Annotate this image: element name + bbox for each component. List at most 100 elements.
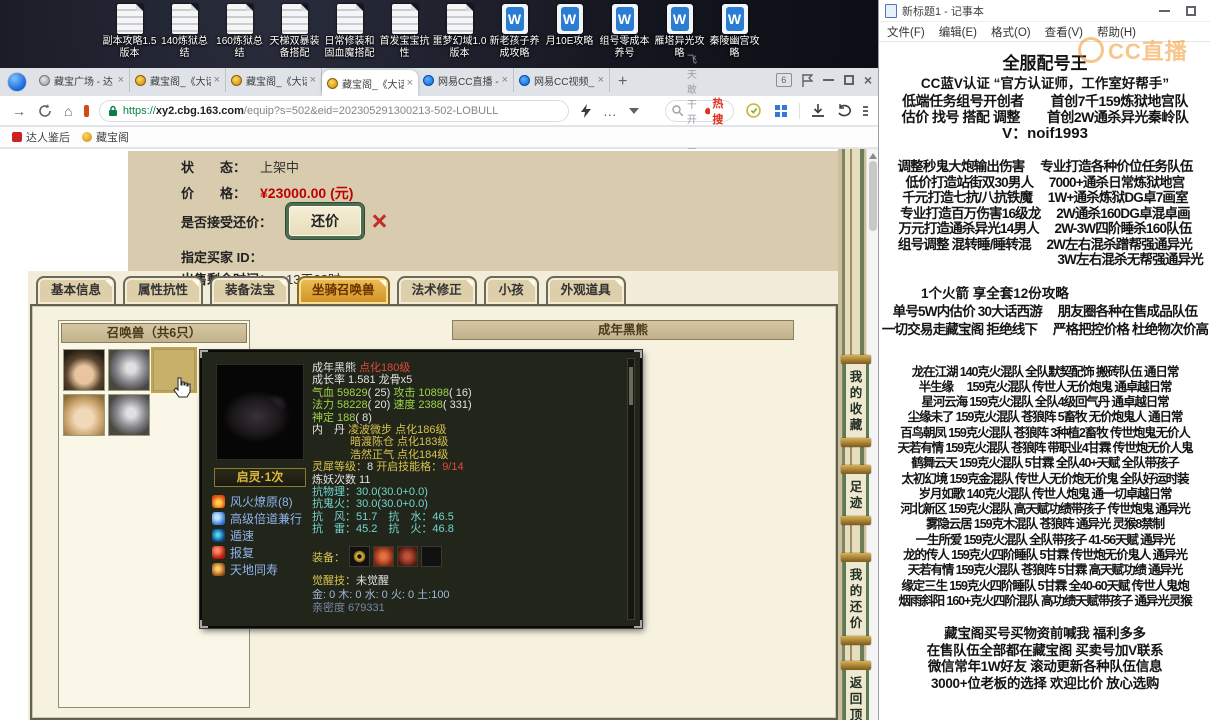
browser-tab[interactable]: 藏宝阁_《大话 × — [226, 68, 322, 92]
bookmark-item[interactable]: 藏宝阁 — [82, 129, 129, 145]
tooltip-corner — [634, 350, 642, 358]
tab-close-icon[interactable]: × — [404, 77, 413, 89]
file-icon — [446, 4, 473, 34]
extension-badge[interactable]: 6 — [775, 73, 792, 87]
desktop-icon[interactable]: 首发宝宝抗性 — [377, 4, 432, 60]
notepad-menu-item[interactable]: 查看(V) — [1045, 24, 1083, 40]
pet-portrait[interactable] — [108, 394, 150, 436]
notepad-menu-item[interactable]: 文件(F) — [887, 24, 925, 40]
browser-tab[interactable]: 网易CC直播 - × — [418, 68, 514, 92]
browser-logo-icon[interactable] — [8, 73, 26, 91]
search-bar[interactable]: 飞天敢干开新局端+ 热搜 — [664, 55, 734, 171]
notepad-menu-item[interactable]: 帮助(H) — [1097, 24, 1136, 40]
notepad-maximize-button[interactable] — [1186, 5, 1196, 16]
menu-icon[interactable] — [862, 105, 868, 116]
page-tab[interactable]: 小孩 — [483, 276, 539, 304]
desktop-icon[interactable]: 噩梦幻域1.0版本 — [432, 4, 487, 60]
desktop-icon[interactable]: 日常修装和固血魔搭配 — [322, 4, 377, 60]
sidebar-mybids-button[interactable]: 我的还价 — [841, 553, 871, 645]
scroll-up-arrow[interactable] — [868, 153, 877, 159]
qiling-badge: 启灵·1次 — [214, 468, 306, 487]
price-label: 价 格： — [181, 186, 247, 201]
page-tab[interactable]: 法术修正 — [396, 276, 477, 304]
page-tab[interactable]: 坐骑召唤兽 — [297, 276, 390, 304]
bookmark-item[interactable]: 达人鉴后 — [12, 129, 70, 145]
maximize-button[interactable] — [843, 75, 854, 85]
notepad-menu-item[interactable]: 格式(O) — [991, 24, 1031, 40]
file-icon — [171, 4, 198, 34]
desktop-icon[interactable]: 月10E攻略 — [542, 4, 597, 60]
summon-list-title: 召唤兽（共6只） — [61, 323, 247, 343]
more-dots-icon[interactable]: … — [603, 103, 617, 119]
browser-tab[interactable]: 藏宝阁_《大话 × — [130, 68, 226, 92]
pet-portrait[interactable] — [63, 394, 105, 436]
dropdown-chevron-icon[interactable] — [628, 107, 639, 114]
sidebar-footprints-button[interactable]: 足迹 — [841, 465, 871, 525]
growth-line: 成长率 1.581 龙骨x5 — [312, 374, 413, 387]
tab-close-icon[interactable]: × — [595, 74, 604, 86]
page-tab[interactable]: 装备法宝 — [210, 276, 291, 304]
favorites-icon[interactable] — [84, 104, 89, 117]
scroll-thumb[interactable] — [868, 161, 877, 231]
desktop-icon[interactable]: 副本攻略1.5版本 — [102, 4, 157, 60]
download-icon[interactable] — [811, 103, 825, 118]
skill-icon — [212, 546, 225, 559]
tab-title: 藏宝阁_《大话 — [150, 76, 211, 88]
pet-skills: 风火燎原(8) 高级倍道兼行 遁速 报复 天地同寿 — [212, 493, 302, 578]
forward-icon[interactable]: → — [12, 103, 26, 119]
skill-icon — [212, 512, 225, 525]
desktop-icon[interactable]: 140炼狱总结 — [157, 4, 212, 60]
notepad-text-area[interactable]: 全服配号王 CC蓝V认证 “官方认证师，工作室好帮手” 低端任务组号开创者 首创7千… — [879, 44, 1210, 720]
refresh-icon[interactable] — [38, 103, 52, 118]
minimize-button[interactable] — [822, 79, 834, 81]
tab-favicon — [39, 74, 50, 86]
browser-tab[interactable]: 藏宝广场 - 达 × — [34, 68, 130, 92]
restore-circle-icon[interactable] — [745, 103, 761, 118]
flag-icon[interactable] — [802, 73, 813, 87]
tab-close-icon[interactable]: × — [307, 74, 316, 86]
pet-skill: 风火燎原(8) — [212, 493, 302, 510]
hot-search-button[interactable]: 热搜 — [704, 95, 727, 127]
page-tab[interactable]: 基本信息 — [36, 276, 117, 304]
tab-close-icon[interactable]: × — [115, 74, 124, 86]
pet-tooltip: 启灵·1次 风火燎原(8) 高级倍道兼行 遁速 报复 天地同寿 成年黑熊 点化1… — [200, 350, 642, 628]
apps-grid-icon[interactable] — [774, 104, 787, 117]
undo-icon[interactable] — [837, 104, 851, 117]
desktop-icon[interactable]: 秦陵幽宫攻略 — [707, 4, 762, 60]
close-button[interactable]: × — [864, 73, 872, 87]
notepad-minimize-button[interactable] — [1159, 9, 1170, 12]
tab-close-icon[interactable]: × — [499, 74, 508, 86]
bookmark-icon — [82, 132, 92, 142]
sidebar-favorites-button[interactable]: 我的收藏 — [841, 355, 871, 447]
desktop-icon[interactable]: 组号零成本养号 — [597, 4, 652, 60]
pet-portrait[interactable] — [63, 349, 105, 391]
desktop-wallpaper: 副本攻略1.5版本 140炼狱总结 160炼狱总结 天梯双暴装备搭配 日常修装和… — [0, 0, 878, 68]
desktop-icon[interactable]: 160炼狱总结 — [212, 4, 267, 60]
address-bar[interactable]: https://xy2.cbg.163.com/equip?s=502&eid=… — [98, 99, 569, 122]
lightning-icon[interactable] — [580, 103, 591, 118]
page-tab[interactable]: 外观道具 — [545, 276, 626, 304]
notepad-titlebar[interactable]: 新标题1 - 记事本 — [879, 0, 1210, 22]
browser-tab[interactable]: 网易CC视频_ × — [514, 68, 610, 92]
tab-close-icon[interactable]: × — [211, 74, 220, 86]
bargain-button[interactable]: 还价 — [285, 202, 366, 240]
sidebar-backtotop-button[interactable]: 返回顶部 — [841, 661, 871, 720]
desktop-icon[interactable]: 天梯双暴装备搭配 — [267, 4, 322, 60]
notepad-text-line: 藏宝阁买号买物资前喊我 福利多多 — [944, 626, 1146, 642]
page-tab[interactable]: 属性抗性 — [123, 276, 204, 304]
pet-image — [216, 364, 304, 460]
file-icon — [226, 4, 253, 34]
tooltip-scrollbar[interactable] — [627, 358, 635, 620]
new-tab-button[interactable]: + — [610, 73, 635, 91]
home-icon[interactable]: ⌂ — [64, 103, 72, 119]
notepad-text-line: 雾隐云居 159克木混队 苍狼阵 通异光 灵猴8禁制 — [925, 517, 1165, 532]
notepad-text-line: CC蓝V认证 “官方认证师，工作室好帮手” — [920, 76, 1170, 91]
file-icon — [611, 4, 638, 34]
status-value: 上架中 — [260, 160, 300, 175]
notepad-text-line: 河北新区 159克火混队 高天赋功绩带孩子 传世炮鬼 通异光 — [900, 502, 1190, 517]
pet-portrait[interactable] — [108, 349, 150, 391]
notepad-menu-item[interactable]: 编辑(E) — [939, 24, 977, 40]
desktop-icon[interactable]: 新老孩子养成攻略 — [487, 4, 542, 60]
browser-tab[interactable]: 藏宝阁_《大话 × — [322, 70, 418, 96]
banner-cap — [841, 355, 871, 364]
